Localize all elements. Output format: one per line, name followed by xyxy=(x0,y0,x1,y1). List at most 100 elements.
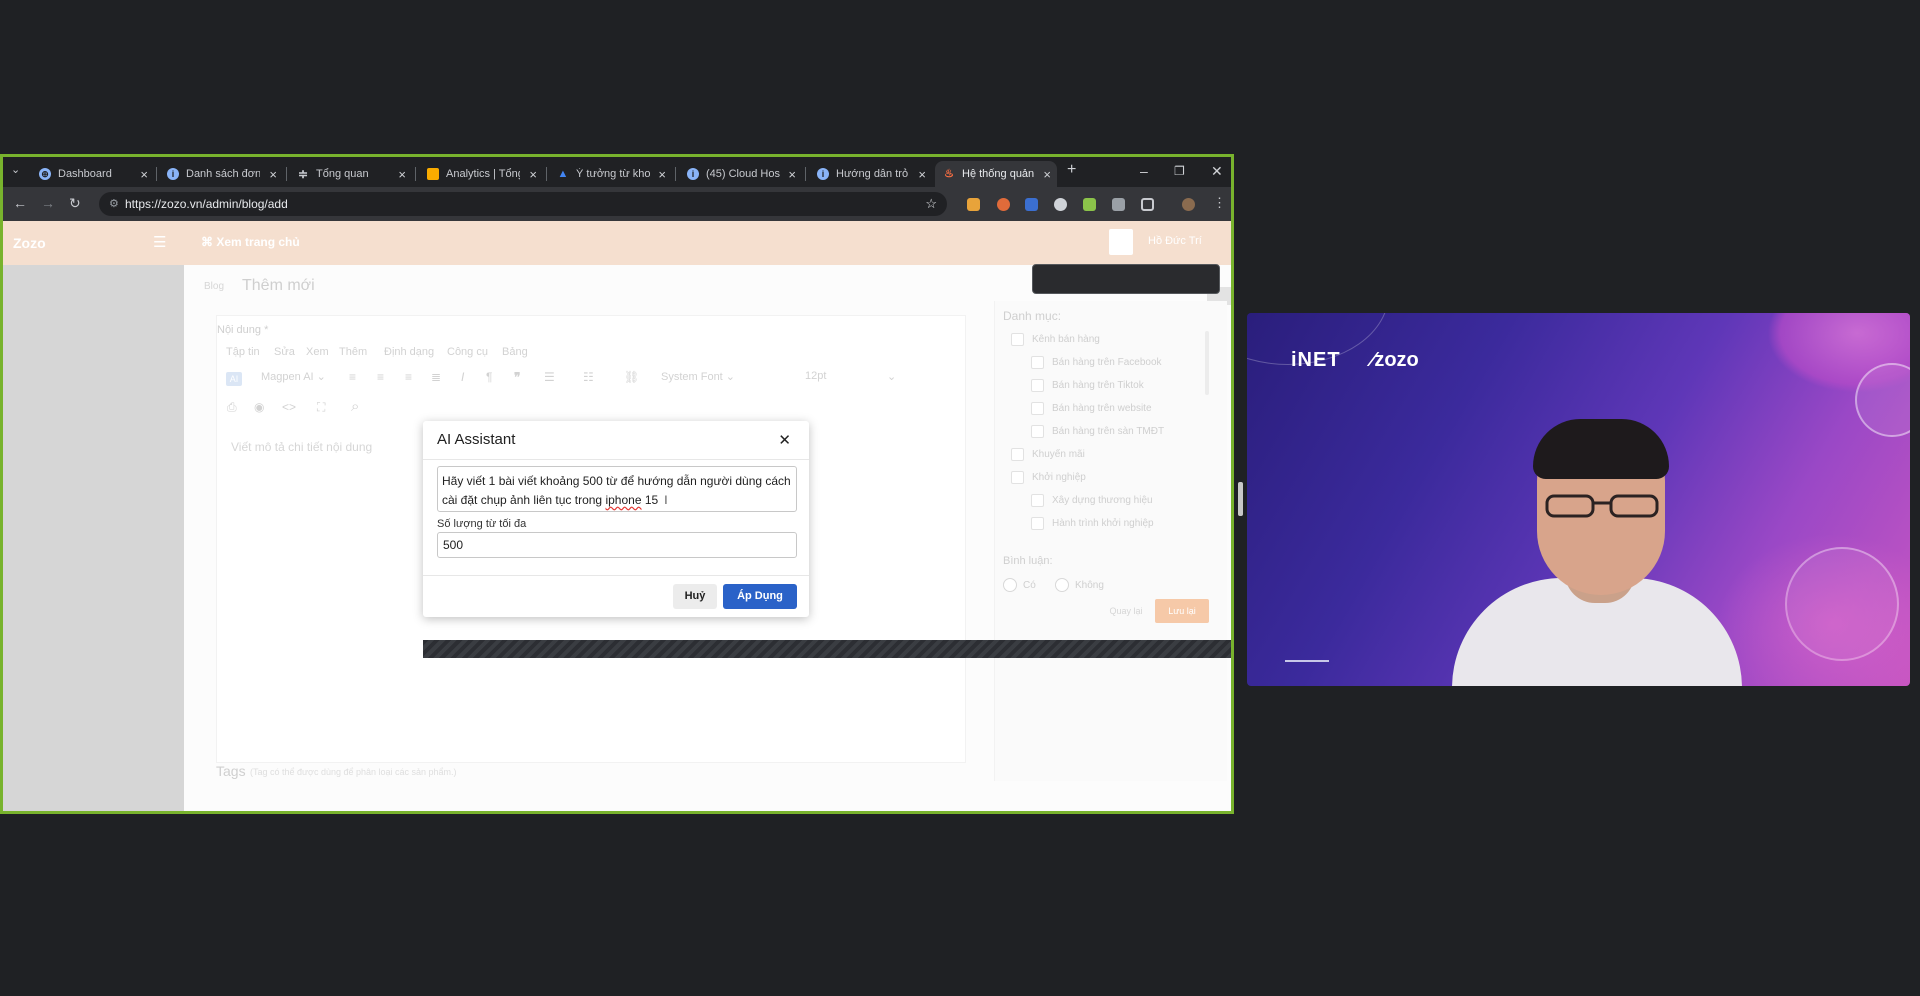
hamburger-icon[interactable]: ☰ xyxy=(153,233,166,251)
close-icon[interactable]: × xyxy=(140,167,148,182)
category-item[interactable]: Khuyến mãi xyxy=(1011,448,1085,461)
category-item[interactable]: Xây dựng thương hiệu xyxy=(1031,494,1153,507)
extension-icon[interactable] xyxy=(1083,198,1096,211)
search-icon[interactable]: ⌕ xyxy=(351,398,359,415)
kebab-menu-icon[interactable]: ⋮ xyxy=(1213,195,1226,211)
ai-button[interactable]: AI xyxy=(226,372,242,386)
brand-logo[interactable]: Zozo xyxy=(13,235,46,251)
quote-icon[interactable]: ❞ xyxy=(514,370,520,384)
menu-table[interactable]: Bảng xyxy=(502,346,528,358)
minimize-icon[interactable]: – xyxy=(1140,163,1148,179)
chevron-down-icon[interactable]: ⌄ xyxy=(887,370,896,383)
user-avatar[interactable] xyxy=(1109,229,1133,255)
apply-button[interactable]: Áp Dụng xyxy=(723,584,797,609)
tab-dashboard[interactable]: ⊕ Dashboard × xyxy=(31,161,154,187)
bookmark-star-icon[interactable]: ☆ xyxy=(925,192,937,216)
tab-system-admin[interactable]: ♨ Hệ thống quản t × xyxy=(935,161,1057,187)
checkbox[interactable] xyxy=(1031,425,1044,438)
comment-yes-radio[interactable]: Có xyxy=(1003,578,1036,592)
font-select[interactable]: System Font ⌄ xyxy=(661,370,735,383)
align-center-icon[interactable]: ≡ xyxy=(377,370,384,384)
close-icon[interactable]: × xyxy=(918,167,926,182)
tab-orders[interactable]: i Danh sách đơn h × xyxy=(159,161,283,187)
menu-file[interactable]: Tập tin xyxy=(226,346,260,358)
extension-icon[interactable] xyxy=(1054,198,1067,211)
category-item[interactable]: Bán hàng trên website xyxy=(1031,402,1152,415)
reload-icon[interactable]: ↻ xyxy=(69,195,81,212)
align-right-icon[interactable]: ≡ xyxy=(405,370,412,384)
back-icon[interactable]: ← xyxy=(13,195,27,211)
close-icon[interactable]: × xyxy=(788,167,796,182)
paragraph-icon[interactable]: ¶ xyxy=(486,370,492,384)
checkbox[interactable] xyxy=(1011,471,1024,484)
checkbox[interactable] xyxy=(1031,402,1044,415)
site-settings-icon[interactable]: ⚙ xyxy=(109,192,119,216)
tab-keyword-ideas[interactable]: ▲ Ý tưởng từ khoá × xyxy=(549,161,672,187)
camera-icon[interactable] xyxy=(1112,198,1125,211)
checkbox[interactable] xyxy=(1011,448,1024,461)
extension-icon[interactable] xyxy=(997,198,1010,211)
editor-body[interactable]: Viết mô tả chi tiết nội dung xyxy=(231,440,372,454)
clear-format-icon[interactable]: I xyxy=(461,370,464,384)
category-item[interactable]: Kênh bán hàng xyxy=(1011,333,1100,346)
max-words-input[interactable]: 500 xyxy=(437,532,797,558)
preview-eye-icon[interactable]: ◉ xyxy=(254,400,264,414)
menu-tools[interactable]: Công cụ xyxy=(447,346,488,358)
tab-search-icon[interactable]: ⌄ xyxy=(11,163,20,176)
category-item[interactable]: Bán hàng trên sàn TMĐT xyxy=(1031,425,1164,438)
user-name[interactable]: Hồ Đức Trí xyxy=(1148,235,1202,247)
checkbox[interactable] xyxy=(1011,333,1024,346)
checkbox[interactable] xyxy=(1031,356,1044,369)
category-item[interactable]: Bán hàng trên Tiktok xyxy=(1031,379,1144,392)
ai-model-select[interactable]: Magpen AI ⌄ xyxy=(261,370,326,383)
breadcrumb[interactable]: Blog xyxy=(204,281,224,292)
tab-cloud-hosting[interactable]: i (45) Cloud Hosti × xyxy=(679,161,802,187)
panel-resize-handle[interactable] xyxy=(1238,482,1243,516)
font-size-select[interactable]: 12pt xyxy=(805,370,826,382)
cancel-button[interactable]: Huỷ xyxy=(673,584,717,609)
menu-edit[interactable]: Sửa xyxy=(274,346,295,358)
checkbox[interactable] xyxy=(1031,517,1044,530)
save-button[interactable]: Lưu lại xyxy=(1155,599,1209,623)
menu-view[interactable]: Xem xyxy=(306,346,329,358)
checkbox[interactable] xyxy=(1031,494,1044,507)
window-close-icon[interactable]: ✕ xyxy=(1211,163,1223,180)
category-item[interactable]: Khởi nghiệp xyxy=(1011,471,1086,484)
category-item[interactable]: Hành trình khởi nghiệp xyxy=(1031,517,1154,530)
justify-icon[interactable]: ≣ xyxy=(431,370,441,384)
restore-icon[interactable]: ❐ xyxy=(1174,164,1185,178)
category-scrollbar[interactable] xyxy=(1205,331,1209,395)
extension-icon[interactable] xyxy=(967,198,980,211)
menu-insert[interactable]: Thêm xyxy=(339,346,367,358)
fullscreen-icon[interactable]: ⛶ xyxy=(317,400,325,415)
close-icon[interactable]: ✕ xyxy=(778,431,791,449)
radio[interactable] xyxy=(1055,578,1069,592)
tab-analytics[interactable]: Analytics | Tổng × xyxy=(419,161,543,187)
back-button[interactable]: Quay lại xyxy=(1105,599,1147,623)
url-field[interactable]: ⚙ https://zozo.vn/admin/blog/add ☆ xyxy=(99,192,947,216)
checkbox[interactable] xyxy=(1031,379,1044,392)
profile-avatar-icon[interactable] xyxy=(1182,198,1195,211)
menu-format[interactable]: Định dạng xyxy=(384,346,434,358)
number-list-icon[interactable]: ☷ xyxy=(583,370,594,384)
close-icon[interactable]: × xyxy=(269,167,277,182)
puzzle-icon[interactable] xyxy=(1141,198,1154,211)
bullet-list-icon[interactable]: ☰ xyxy=(544,370,555,384)
close-icon[interactable]: × xyxy=(1043,167,1051,182)
close-icon[interactable]: × xyxy=(658,167,666,182)
view-home-link[interactable]: ⌘ Xem trang chủ xyxy=(201,235,300,249)
close-icon[interactable]: × xyxy=(398,167,406,182)
new-tab-icon[interactable]: + xyxy=(1067,161,1076,179)
print-icon[interactable]: ⎙ xyxy=(227,400,237,415)
source-code-icon[interactable]: <> xyxy=(282,400,296,414)
forward-icon[interactable]: → xyxy=(41,195,55,211)
tab-guide[interactable]: i Hướng dẫn trỏ t × xyxy=(809,161,932,187)
category-item[interactable]: Bán hàng trên Facebook xyxy=(1031,356,1162,369)
radio[interactable] xyxy=(1003,578,1017,592)
extension-icon[interactable] xyxy=(1025,198,1038,211)
comment-no-radio[interactable]: Không xyxy=(1055,578,1104,592)
close-icon[interactable]: × xyxy=(529,167,537,182)
prompt-textarea[interactable]: Hãy viết 1 bài viết khoảng 500 từ để hướ… xyxy=(437,466,797,512)
link-icon[interactable]: ⛓ xyxy=(624,370,639,384)
align-left-icon[interactable]: ≡ xyxy=(349,370,356,384)
